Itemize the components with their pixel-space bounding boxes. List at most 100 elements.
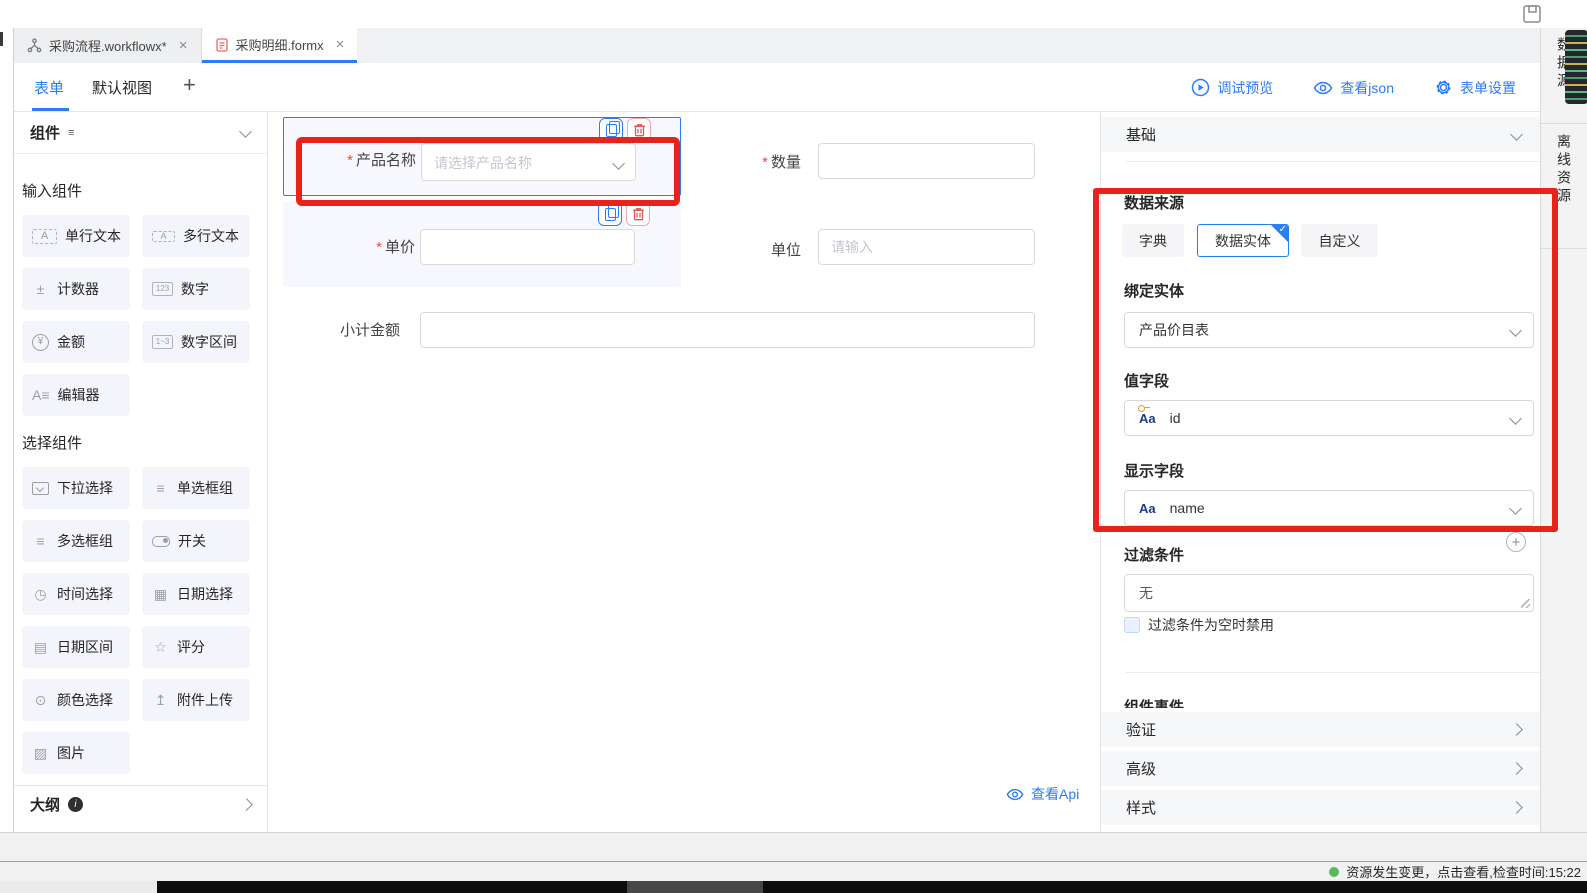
data-source-option-dict[interactable]: 字典	[1122, 224, 1184, 257]
bind-entity-label: 绑定实体	[1124, 280, 1184, 301]
component-card-date-range[interactable]: ▤日期区间	[22, 626, 130, 668]
copy-field-button[interactable]	[598, 202, 622, 226]
chevron-down-icon	[1509, 502, 1522, 515]
component-card-image[interactable]: ▨图片	[22, 732, 130, 774]
chevron-down-icon	[1509, 324, 1522, 337]
subtotal-input[interactable]	[420, 312, 1035, 348]
outline-bar[interactable]: 大纲 i	[14, 785, 267, 822]
active-view-underline	[32, 108, 69, 111]
eye-icon	[1006, 788, 1024, 801]
filter-textarea[interactable]: 无	[1124, 574, 1534, 612]
view-json-button[interactable]: 查看json	[1313, 78, 1394, 98]
file-tab-label: 采购明细.formx	[236, 35, 324, 54]
checkbox-label: 过滤条件为空时禁用	[1148, 615, 1274, 635]
component-card-label: 金额	[57, 332, 85, 352]
plus-circle-icon[interactable]: +	[1506, 532, 1526, 552]
component-card-number-range[interactable]: 1~3数字区间	[142, 321, 250, 363]
component-card-switch[interactable]: 开关	[142, 520, 250, 562]
data-source-option-entity[interactable]: 数据实体 ✓	[1197, 224, 1289, 257]
bind-entity-select[interactable]: 产品价目表	[1124, 312, 1534, 348]
status-message[interactable]: 资源发生变更，点击查看,检查时间:15:22	[1346, 862, 1581, 881]
component-card-label: 下拉选择	[57, 478, 113, 498]
component-card-counter[interactable]: ±计数器	[22, 268, 130, 310]
filter-disable-row: 过滤条件为空时禁用	[1124, 615, 1274, 635]
component-card-multi-line-text[interactable]: A多行文本	[142, 215, 250, 257]
component-card-single-line-text[interactable]: A单行文本	[22, 215, 130, 257]
debug-preview-button[interactable]: 调试预览	[1191, 78, 1273, 98]
rail-tab-offline-resources[interactable]: 离线资源	[1554, 134, 1574, 206]
delete-field-button[interactable]	[626, 202, 650, 226]
number-range-icon: 1~3	[152, 335, 173, 349]
component-section-title: 选择组件	[22, 432, 268, 453]
text-single-icon: A	[32, 229, 57, 244]
component-card-color-picker[interactable]: ⊙颜色选择	[22, 679, 130, 721]
filter-label: 过滤条件	[1124, 544, 1184, 565]
add-view-button[interactable]: +	[183, 72, 196, 98]
panel-thumbnail[interactable]	[1565, 30, 1587, 104]
left-edge-marker	[0, 32, 3, 46]
text-multi-icon: A	[152, 231, 175, 242]
component-card-label: 评分	[177, 637, 205, 657]
divider	[1126, 672, 1541, 673]
save-icon[interactable]	[1521, 3, 1543, 25]
copy-field-button[interactable]	[599, 118, 623, 142]
view-tab-form[interactable]: 表单	[34, 77, 64, 98]
trash-icon	[632, 207, 645, 221]
delete-field-button[interactable]	[627, 118, 651, 142]
component-card-dropdown-select[interactable]: 下拉选择	[22, 467, 130, 509]
quantity-input[interactable]	[818, 143, 1035, 179]
window-top-strip	[0, 0, 1587, 28]
required-marker: *	[762, 154, 768, 171]
display-field-label: 显示字段	[1124, 460, 1184, 481]
editor-icon: A≡	[32, 388, 50, 402]
component-card-editor[interactable]: A≡编辑器	[22, 374, 130, 416]
component-card-attachment-upload[interactable]: ↥附件上传	[142, 679, 250, 721]
field-row-product-name[interactable]: *产品名称 请选择产品名称	[283, 117, 681, 196]
copy-icon	[606, 124, 617, 137]
product-name-select[interactable]: 请选择产品名称	[421, 143, 636, 181]
component-section-title: 输入组件	[22, 180, 268, 201]
data-source-option-custom[interactable]: 自定义	[1301, 224, 1378, 257]
component-card-radio-group[interactable]: ≡单选框组	[142, 467, 250, 509]
chevron-down-icon	[612, 157, 625, 170]
component-card-label: 数字	[181, 279, 209, 299]
unit-price-input[interactable]	[420, 229, 635, 265]
section-validation[interactable]: 验证	[1101, 712, 1541, 747]
component-card-checkbox-group[interactable]: ≡多选框组	[22, 520, 130, 562]
chevron-right-icon	[240, 798, 253, 811]
component-card-number[interactable]: 123数字	[142, 268, 250, 310]
component-card-label: 开关	[178, 531, 206, 551]
date-icon: ▦	[152, 587, 169, 601]
chevron-down-icon[interactable]	[239, 125, 252, 138]
field-row-unit-price[interactable]: *单价	[283, 202, 681, 287]
file-tab-form[interactable]: 采购明细.formx	[202, 28, 358, 63]
required-marker: *	[376, 239, 382, 256]
component-card-time-picker[interactable]: ◷时间选择	[22, 573, 130, 615]
view-tab-default-view[interactable]: 默认视图	[92, 77, 152, 98]
bottom-gray-strip	[0, 832, 1587, 862]
component-card-rating[interactable]: ☆评分	[142, 626, 250, 668]
section-style-label: 样式	[1126, 797, 1156, 818]
checkbox[interactable]	[1124, 617, 1140, 633]
close-icon[interactable]	[336, 37, 345, 52]
form-settings-button[interactable]: 表单设置	[1434, 78, 1516, 98]
check-icon: ✓	[1279, 224, 1287, 235]
display-field-select[interactable]: Aa name	[1124, 490, 1534, 526]
value-field-value: id	[1170, 410, 1181, 426]
currency-icon: ¥	[32, 334, 49, 351]
close-icon[interactable]	[179, 38, 188, 53]
view-api-link[interactable]: 查看Api	[1006, 784, 1079, 804]
section-advanced[interactable]: 高级	[1101, 751, 1541, 786]
component-card-date-picker[interactable]: ▦日期选择	[142, 573, 250, 615]
section-style[interactable]: 样式	[1101, 790, 1541, 825]
file-tab-workflow[interactable]: 采购流程.workflowx*	[14, 28, 202, 63]
divider	[1126, 161, 1541, 162]
chevron-down-icon	[1509, 412, 1522, 425]
value-field-select[interactable]: Aa id	[1124, 400, 1534, 436]
component-card-currency[interactable]: ¥ 金额	[22, 321, 130, 363]
component-sections: 输入组件 A单行文本 A多行文本 ±计数器 123数字 ¥ 金额 1~3数字区间 A≡编辑器选择…	[14, 164, 268, 774]
display-field-value: name	[1170, 500, 1205, 516]
unit-input[interactable]	[818, 229, 1035, 265]
component-grid: 下拉选择 ≡单选框组 ≡多选框组 开关 ◷时间选择 ▦日期选择 ▤日期区间 ☆评分 ⊙颜色选择 ↥…	[14, 467, 268, 774]
section-basic[interactable]: 基础	[1101, 117, 1541, 152]
